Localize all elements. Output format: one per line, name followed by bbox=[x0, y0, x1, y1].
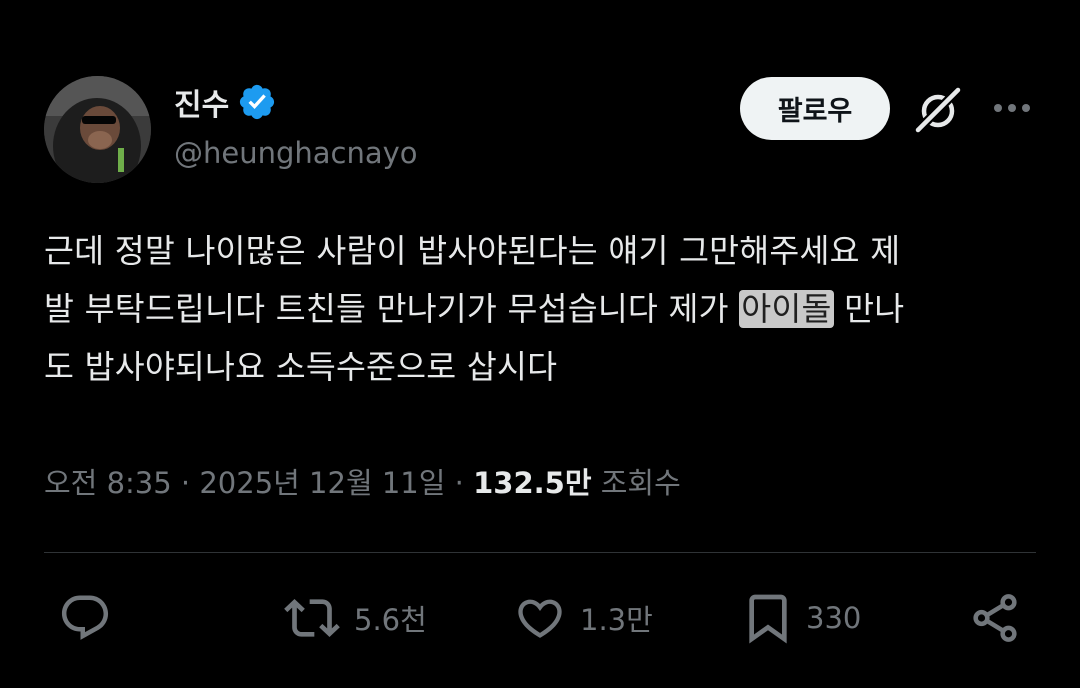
tweet-text-line: 근데 정말 나이많은 사람이 밥사야된다는 얘기 그만해주세요 제 bbox=[44, 232, 901, 270]
tweet-text-segment: 발 부탁드립니다 트친들 만나기가 무섭습니다 제가 bbox=[44, 290, 740, 328]
retweet-button[interactable]: 5.6천 bbox=[284, 590, 427, 646]
tweet-detail: 진수 @heunghacnayo 팔로우 근데 정말 나이많은 사람이 밥사야된… bbox=[0, 0, 1080, 688]
more-options-icon[interactable] bbox=[990, 92, 1034, 124]
meta-separator: · bbox=[180, 466, 191, 500]
views-label: 조회수 bbox=[600, 466, 681, 500]
follow-button[interactable]: 팔로우 bbox=[740, 77, 890, 140]
bookmark-button[interactable]: 330 bbox=[744, 590, 861, 646]
author-handle[interactable]: @heunghacnayo bbox=[174, 136, 418, 170]
meta-separator: · bbox=[454, 466, 464, 500]
reply-icon bbox=[61, 595, 109, 640]
reply-button[interactable] bbox=[58, 590, 126, 646]
tweet-text-line: 도 밥사야되나요 소득수준으로 삽시다 bbox=[44, 348, 558, 386]
like-button[interactable]: 1.3만 bbox=[514, 590, 653, 646]
tweet-date[interactable]: 2025년 12월 11일 bbox=[199, 466, 445, 500]
avatar-image bbox=[44, 76, 151, 183]
heart-icon bbox=[518, 599, 562, 638]
avatar[interactable] bbox=[44, 76, 151, 183]
author-display-name[interactable]: 진수 bbox=[174, 80, 229, 124]
share-button[interactable] bbox=[968, 590, 1022, 646]
retweet-icon bbox=[284, 599, 340, 637]
verified-badge-icon bbox=[237, 82, 277, 122]
share-icon bbox=[973, 594, 1017, 642]
divider bbox=[44, 552, 1036, 553]
tweet-meta: 오전 8:35 · 2025년 12월 11일 · 132.5만 조회수 bbox=[44, 460, 681, 502]
highlighted-word: 아이돌 bbox=[739, 290, 834, 328]
like-count: 1.3만 bbox=[580, 603, 653, 637]
grok-icon[interactable] bbox=[912, 84, 964, 136]
bookmark-count: 330 bbox=[806, 601, 862, 635]
bookmark-icon bbox=[749, 594, 787, 644]
author-name-row: 진수 bbox=[174, 80, 277, 124]
tweet-text-line: 발 부탁드립니다 트친들 만나기가 무섭습니다 제가 아이돌 만나 bbox=[44, 280, 1039, 338]
tweet-text-segment: 만나 bbox=[833, 290, 905, 328]
views-count: 132.5만 bbox=[473, 466, 592, 500]
retweet-count: 5.6천 bbox=[354, 603, 427, 637]
tweet-text: 근데 정말 나이많은 사람이 밥사야된다는 얘기 그만해주세요 제 발 부탁드립… bbox=[44, 222, 1039, 396]
tweet-time[interactable]: 오전 8:35 bbox=[44, 466, 172, 500]
